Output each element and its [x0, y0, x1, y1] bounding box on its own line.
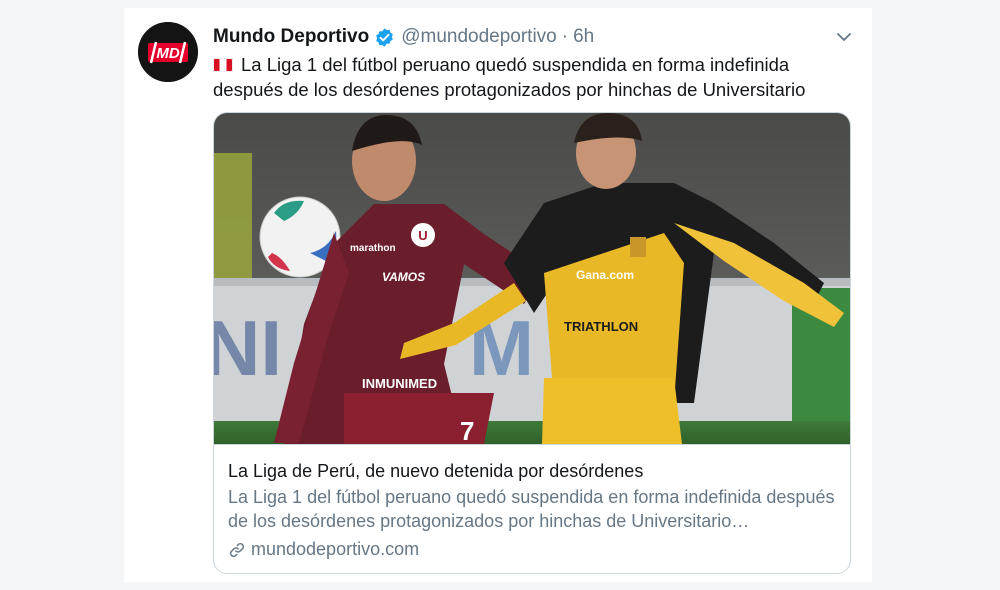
card-body[interactable]: La Liga de Perú, de nuevo detenida por d…: [214, 444, 850, 573]
display-name[interactable]: Mundo Deportivo: [213, 26, 369, 48]
peru-flag-icon: [213, 58, 233, 72]
avatar-logo-text: MD: [156, 45, 179, 62]
link-icon: [228, 541, 246, 559]
card-description: La Liga 1 del fútbol peruano quedó suspe…: [228, 487, 835, 531]
mundo-deportivo-logo: MD: [138, 22, 198, 82]
avatar[interactable]: MD: [138, 22, 198, 82]
card-domain[interactable]: mundodeportivo.com: [228, 539, 838, 560]
jersey-left-brand: marathon: [350, 243, 396, 254]
tweet-header: Mundo Deportivo @mundodeportivo · 6h: [213, 25, 594, 49]
board-text-left: NI: [214, 304, 282, 392]
separator-dot: ·: [561, 26, 569, 47]
jersey-right-sponsor: Gana.com: [576, 268, 634, 282]
timestamp[interactable]: 6h: [573, 26, 594, 48]
link-preview-card[interactable]: NI M: [213, 112, 851, 574]
tweet-text-line-2: después de los desórdenes protagonizados…: [213, 79, 806, 100]
jersey-left-number: 7: [460, 416, 474, 444]
tweet-text: La Liga 1 del fútbol peruano quedó suspe…: [213, 52, 853, 102]
jersey-right-sponsor2: TRIATHLON: [564, 319, 638, 334]
user-handle[interactable]: @mundodeportivo: [401, 26, 557, 48]
card-title[interactable]: La Liga de Perú, de nuevo detenida por d…: [228, 459, 838, 483]
svg-text:U: U: [418, 228, 427, 243]
jersey-left-chest: VAMOS: [382, 270, 425, 284]
card-image[interactable]: NI M: [214, 113, 850, 444]
tweet-card[interactable]: MD Mundo Deportivo @mundodeportivo · 6h …: [124, 8, 872, 582]
tweet-text-line-1: La Liga 1 del fútbol peruano quedó suspe…: [241, 54, 790, 75]
jersey-left-sponsor: INMUNIMED: [362, 376, 437, 391]
verified-badge-icon: [374, 27, 395, 48]
chevron-down-icon[interactable]: [834, 27, 854, 47]
card-domain-text[interactable]: mundodeportivo.com: [251, 539, 419, 560]
